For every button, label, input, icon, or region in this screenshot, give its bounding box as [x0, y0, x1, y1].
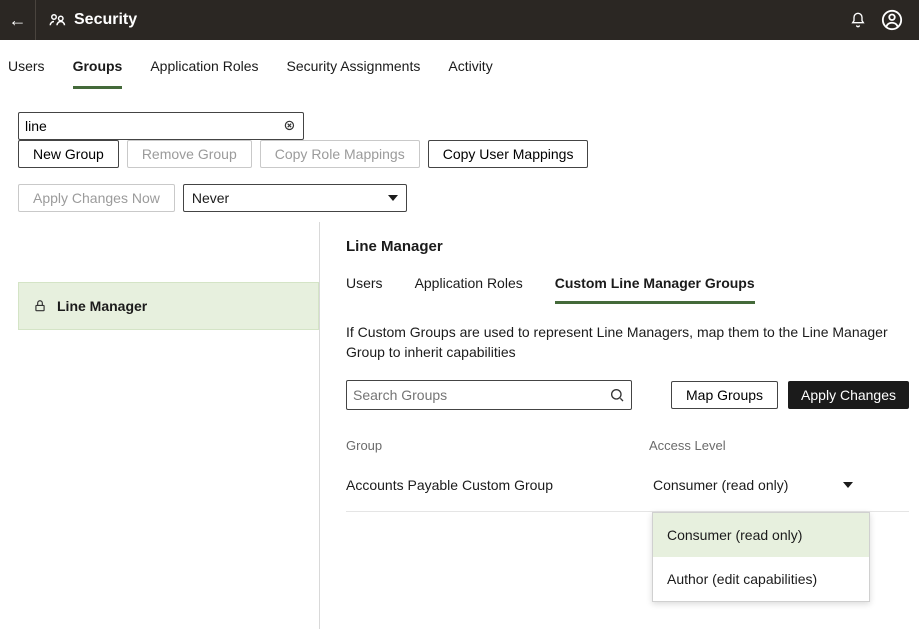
- apply-changes-button[interactable]: Apply Changes: [788, 381, 909, 409]
- page-title: Security: [74, 11, 137, 29]
- tab-application-roles[interactable]: Application Roles: [150, 58, 258, 89]
- security-icon: [48, 11, 66, 29]
- groups-list: Line Manager: [0, 222, 320, 629]
- mapping-group-name: Accounts Payable Custom Group: [346, 477, 649, 493]
- access-level-option-author[interactable]: Author (edit capabilities): [653, 557, 869, 601]
- schedule-select-value: Never: [192, 190, 229, 206]
- apply-changes-now-button[interactable]: Apply Changes Now: [18, 184, 175, 212]
- primary-tabs: Users Groups Application Roles Security …: [0, 40, 919, 90]
- search-icon: [609, 387, 625, 403]
- user-avatar-button[interactable]: [875, 3, 909, 37]
- lock-icon: [33, 299, 47, 313]
- access-level-dropdown: Consumer (read only) Author (edit capabi…: [652, 512, 870, 602]
- subtab-application-roles[interactable]: Application Roles: [415, 275, 523, 304]
- subtab-help-text: If Custom Groups are used to represent L…: [346, 323, 906, 362]
- subtab-custom-line-manager-groups[interactable]: Custom Line Manager Groups: [555, 275, 755, 304]
- mapping-table-row: Accounts Payable Custom Group Consumer (…: [346, 459, 909, 512]
- access-level-option-consumer[interactable]: Consumer (read only): [653, 513, 869, 557]
- group-detail-title: Line Manager: [346, 238, 909, 255]
- group-list-item-label: Line Manager: [57, 298, 147, 314]
- tab-security-assignments[interactable]: Security Assignments: [287, 58, 421, 89]
- tab-activity[interactable]: Activity: [448, 58, 492, 89]
- mapping-table-header: Group Access Level: [346, 432, 909, 459]
- chevron-down-icon: [843, 482, 853, 488]
- user-avatar-icon: [881, 9, 903, 31]
- copy-user-mappings-button[interactable]: Copy User Mappings: [428, 140, 589, 168]
- col-header-group: Group: [346, 438, 649, 453]
- access-level-value: Consumer (read only): [653, 477, 788, 493]
- back-arrow-icon: ←: [9, 10, 27, 31]
- remove-group-button[interactable]: Remove Group: [127, 140, 252, 168]
- map-groups-button[interactable]: Map Groups: [671, 381, 778, 409]
- schedule-select[interactable]: Never: [183, 184, 407, 212]
- search-groups-box[interactable]: [346, 380, 632, 410]
- clear-search-icon[interactable]: [283, 119, 297, 133]
- toolbar: New Group Remove Group Copy Role Mapping…: [0, 90, 919, 212]
- notifications-button[interactable]: [841, 3, 875, 37]
- back-button[interactable]: ←: [0, 0, 36, 40]
- new-group-button[interactable]: New Group: [18, 140, 119, 168]
- search-groups-input[interactable]: [353, 387, 609, 403]
- chevron-down-icon: [388, 195, 398, 201]
- tab-users[interactable]: Users: [8, 58, 45, 89]
- content-area: Line Manager Line Manager Users Applicat…: [0, 222, 919, 629]
- access-level-select[interactable]: Consumer (read only): [649, 475, 857, 495]
- group-detail-panel: Line Manager Users Application Roles Cus…: [320, 222, 919, 629]
- bell-icon: [850, 12, 866, 28]
- group-list-item-line-manager[interactable]: Line Manager: [18, 282, 319, 330]
- copy-role-mappings-button[interactable]: Copy Role Mappings: [260, 140, 420, 168]
- group-detail-subtabs: Users Application Roles Custom Line Mana…: [346, 275, 909, 305]
- groups-filter-search[interactable]: [18, 112, 304, 140]
- app-header: ← Security: [0, 0, 919, 40]
- groups-filter-input[interactable]: [25, 118, 283, 134]
- tab-groups[interactable]: Groups: [73, 58, 123, 89]
- col-header-access-level: Access Level: [649, 438, 909, 453]
- subtab-users[interactable]: Users: [346, 275, 383, 304]
